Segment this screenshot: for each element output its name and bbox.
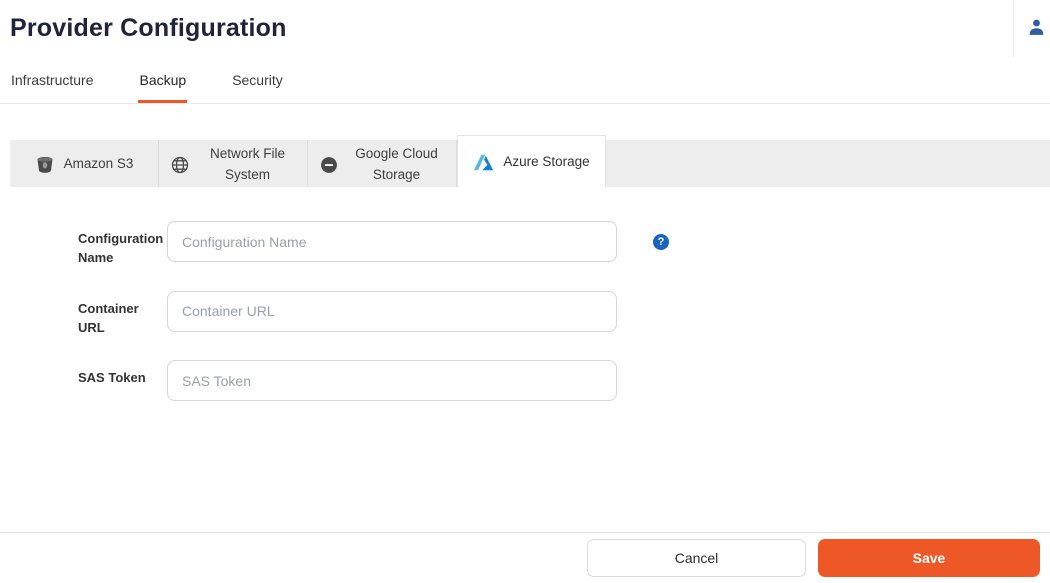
provider-tab-label: Azure Storage: [503, 152, 589, 172]
configuration-name-label: Configuration Name: [78, 221, 159, 268]
form-row-configuration-name: Configuration Name ?: [78, 221, 1050, 268]
sas-token-label: SAS Token: [78, 360, 159, 388]
header: Provider Configuration: [0, 0, 1050, 57]
azure-storage-icon: [473, 153, 494, 172]
amazon-s3-icon: [35, 155, 55, 175]
azure-storage-form: Configuration Name ? Container URL SAS T…: [78, 221, 1050, 401]
provider-tab-label: Network File System: [199, 144, 296, 185]
form-row-container-url: Container URL: [78, 291, 1050, 338]
configuration-name-input[interactable]: [167, 221, 617, 262]
sas-token-input[interactable]: [167, 360, 617, 401]
page-title: Provider Configuration: [0, 14, 287, 43]
tab-backup[interactable]: Backup: [138, 72, 187, 103]
provider-tab-label: Google Cloud Storage: [348, 144, 445, 185]
provider-tab-bar-filler: [606, 140, 1050, 187]
footer-action-bar: Cancel Save: [0, 532, 1050, 583]
help-icon[interactable]: ?: [653, 234, 669, 250]
provider-tab-network-file-system[interactable]: Network File System: [159, 140, 308, 187]
provider-tab-bar: Amazon S3 Network File System Google Clo…: [10, 140, 1050, 187]
provider-tab-amazon-s3[interactable]: Amazon S3: [10, 140, 159, 187]
provider-configuration-page: Provider Configuration Infrastructure Ba…: [0, 0, 1050, 583]
main-nav: Infrastructure Backup Security: [0, 57, 1050, 104]
user-icon[interactable]: [1027, 17, 1046, 41]
cancel-button[interactable]: Cancel: [587, 539, 806, 577]
container-url-label: Container URL: [78, 291, 159, 338]
save-button[interactable]: Save: [818, 539, 1040, 577]
container-url-input[interactable]: [167, 291, 617, 332]
network-file-system-icon: [170, 155, 190, 175]
header-user-area: [1013, 0, 1050, 57]
provider-tab-azure-storage[interactable]: Azure Storage: [457, 135, 606, 187]
google-cloud-storage-icon: [319, 155, 339, 175]
form-row-sas-token: SAS Token: [78, 360, 1050, 401]
provider-tab-label: Amazon S3: [64, 154, 134, 174]
tab-security[interactable]: Security: [231, 72, 284, 103]
tab-infrastructure[interactable]: Infrastructure: [10, 72, 94, 103]
provider-tab-google-cloud-storage[interactable]: Google Cloud Storage: [308, 140, 457, 187]
